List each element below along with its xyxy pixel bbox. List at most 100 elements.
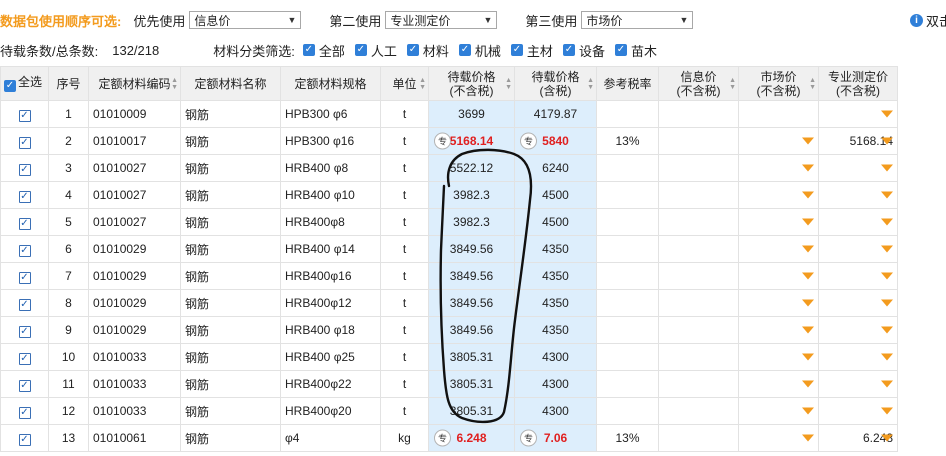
dropdown-arrow-icon[interactable] bbox=[881, 245, 893, 253]
checkbox-checked-icon[interactable]: ✓ bbox=[18, 244, 31, 257]
info-price-cell[interactable] bbox=[658, 235, 739, 263]
dropdown-arrow-icon[interactable] bbox=[881, 110, 893, 118]
header-select-all[interactable]: ✓ 全选 bbox=[0, 66, 49, 101]
market-price-cell[interactable] bbox=[738, 181, 819, 209]
price-excl-tax-cell[interactable]: 专 5168.14 bbox=[428, 127, 515, 155]
header-name[interactable]: 定额材料名称 bbox=[180, 66, 281, 101]
price-excl-tax-cell[interactable]: 3699 bbox=[428, 100, 515, 128]
price-incl-tax-cell[interactable]: 4300 bbox=[514, 370, 597, 398]
checkbox-checked-icon[interactable]: ✓ bbox=[18, 271, 31, 284]
pro-price-cell[interactable] bbox=[818, 343, 898, 371]
price-excl-tax-cell[interactable]: 3849.56 bbox=[428, 316, 515, 344]
price-excl-tax-cell[interactable]: 3982.3 bbox=[428, 181, 515, 209]
filter-labor[interactable]: ✓ 人工 bbox=[354, 41, 397, 60]
dropdown-arrow-icon[interactable] bbox=[802, 407, 814, 415]
pro-price-cell[interactable] bbox=[818, 262, 898, 290]
market-price-cell[interactable] bbox=[738, 208, 819, 236]
market-price-cell[interactable] bbox=[738, 343, 819, 371]
checkbox-checked-icon[interactable]: ✓ bbox=[18, 352, 31, 365]
dropdown-arrow-icon[interactable] bbox=[802, 137, 814, 145]
filter-seedlings[interactable]: ✓ 苗木 bbox=[614, 41, 657, 60]
pro-price-cell[interactable]: 6.248 bbox=[818, 424, 898, 452]
price-incl-tax-cell[interactable]: 4300 bbox=[514, 343, 597, 371]
pro-price-cell[interactable] bbox=[818, 208, 898, 236]
checkbox-checked-icon[interactable]: ✓ bbox=[18, 325, 31, 338]
price-incl-tax-cell[interactable]: 4300 bbox=[514, 397, 597, 425]
info-price-cell[interactable] bbox=[658, 262, 739, 290]
pro-price-cell[interactable] bbox=[818, 370, 898, 398]
table-row[interactable]: ✓ 3 01010027 钢筋 HRB400 φ8 t 5522.12 6240 bbox=[0, 154, 898, 182]
row-checkbox-cell[interactable]: ✓ bbox=[0, 397, 49, 425]
price-excl-tax-cell[interactable]: 3982.3 bbox=[428, 208, 515, 236]
row-checkbox-cell[interactable]: ✓ bbox=[0, 370, 49, 398]
row-checkbox-cell[interactable]: ✓ bbox=[0, 208, 49, 236]
price-incl-tax-cell[interactable]: 4500 bbox=[514, 208, 597, 236]
pro-price-cell[interactable] bbox=[818, 100, 898, 128]
dropdown-arrow-icon[interactable] bbox=[881, 434, 893, 442]
info-price-cell[interactable] bbox=[658, 289, 739, 317]
checkbox-checked-icon[interactable]: ✓ bbox=[18, 433, 31, 446]
row-checkbox-cell[interactable]: ✓ bbox=[0, 316, 49, 344]
dropdown-arrow-icon[interactable] bbox=[881, 218, 893, 226]
info-price-cell[interactable] bbox=[658, 343, 739, 371]
row-checkbox-cell[interactable]: ✓ bbox=[0, 235, 49, 263]
row-checkbox-cell[interactable]: ✓ bbox=[0, 100, 49, 128]
pro-price-cell[interactable] bbox=[818, 154, 898, 182]
market-price-cell[interactable] bbox=[738, 289, 819, 317]
table-row[interactable]: ✓ 5 01010027 钢筋 HRB400φ8 t 3982.3 4500 bbox=[0, 208, 898, 236]
pro-price-cell[interactable] bbox=[818, 316, 898, 344]
price-excl-tax-cell[interactable]: 3849.56 bbox=[428, 289, 515, 317]
row-checkbox-cell[interactable]: ✓ bbox=[0, 262, 49, 290]
header-pro-price[interactable]: 专业测定价 (不含税) bbox=[818, 66, 898, 101]
info-price-cell[interactable] bbox=[658, 181, 739, 209]
dropdown-arrow-icon[interactable] bbox=[881, 380, 893, 388]
table-row[interactable]: ✓ 10 01010033 钢筋 HRB400 φ25 t 3805.31 4300 bbox=[0, 343, 898, 371]
filter-material[interactable]: ✓ 材料 bbox=[406, 41, 449, 60]
row-checkbox-cell[interactable]: ✓ bbox=[0, 289, 49, 317]
info-price-cell[interactable] bbox=[658, 370, 739, 398]
table-row[interactable]: ✓ 8 01010029 钢筋 HRB400φ12 t 3849.56 4350 bbox=[0, 289, 898, 317]
checkbox-checked-icon[interactable]: ✓ bbox=[18, 190, 31, 203]
dropdown-arrow-icon[interactable] bbox=[881, 407, 893, 415]
price-excl-tax-cell[interactable]: 3849.56 bbox=[428, 235, 515, 263]
market-price-cell[interactable] bbox=[738, 100, 819, 128]
pro-price-cell[interactable]: 5168.14 bbox=[818, 127, 898, 155]
price-incl-tax-cell[interactable]: 6240 bbox=[514, 154, 597, 182]
row-checkbox-cell[interactable]: ✓ bbox=[0, 154, 49, 182]
checkbox-checked-icon[interactable]: ✓ bbox=[18, 136, 31, 149]
checkbox-checked-icon[interactable]: ✓ bbox=[18, 217, 31, 230]
info-price-cell[interactable] bbox=[658, 424, 739, 452]
double-click-hint[interactable]: i 双击 bbox=[909, 11, 946, 30]
dropdown-arrow-icon[interactable] bbox=[802, 164, 814, 172]
row-checkbox-cell[interactable]: ✓ bbox=[0, 343, 49, 371]
price-incl-tax-cell[interactable]: 4179.87 bbox=[514, 100, 597, 128]
filter-main-material[interactable]: ✓ 主材 bbox=[510, 41, 553, 60]
price-incl-tax-cell[interactable]: 4350 bbox=[514, 235, 597, 263]
info-price-cell[interactable] bbox=[658, 127, 739, 155]
second-priority-select[interactable]: 专业测定价 ▼ bbox=[385, 11, 498, 29]
dropdown-arrow-icon[interactable] bbox=[802, 191, 814, 199]
header-price-incl-tax[interactable]: 待载价格 (含税) ▲ ▼ bbox=[514, 66, 597, 101]
dropdown-arrow-icon[interactable] bbox=[881, 191, 893, 199]
market-price-cell[interactable] bbox=[738, 127, 819, 155]
header-seq[interactable]: 序号 bbox=[48, 66, 89, 101]
checkbox-checked-icon[interactable]: ✓ bbox=[18, 163, 31, 176]
filter-machinery[interactable]: ✓ 机械 bbox=[458, 41, 501, 60]
price-excl-tax-cell[interactable]: 5522.12 bbox=[428, 154, 515, 182]
filter-all[interactable]: ✓ 全部 bbox=[302, 41, 345, 60]
header-info-price[interactable]: 信息价 (不含税) ▲ ▼ bbox=[658, 66, 739, 101]
market-price-cell[interactable] bbox=[738, 262, 819, 290]
table-row[interactable]: ✓ 6 01010029 钢筋 HRB400 φ14 t 3849.56 4350 bbox=[0, 235, 898, 263]
market-price-cell[interactable] bbox=[738, 235, 819, 263]
market-price-cell[interactable] bbox=[738, 154, 819, 182]
price-incl-tax-cell[interactable]: 专 7.06 bbox=[514, 424, 597, 452]
dropdown-arrow-icon[interactable] bbox=[802, 380, 814, 388]
header-unit[interactable]: 单位 ▲ ▼ bbox=[380, 66, 429, 101]
info-price-cell[interactable] bbox=[658, 100, 739, 128]
info-price-cell[interactable] bbox=[658, 208, 739, 236]
table-row[interactable]: ✓ 12 01010033 钢筋 HRB400φ20 t 3805.31 4300 bbox=[0, 397, 898, 425]
table-row[interactable]: ✓ 13 01010061 钢筋 φ4 kg 专 6.248 专 7.06 13% 6.248 bbox=[0, 424, 898, 452]
header-tax-rate[interactable]: 参考税率 bbox=[596, 66, 659, 101]
market-price-cell[interactable] bbox=[738, 397, 819, 425]
price-excl-tax-cell[interactable]: 专 6.248 bbox=[428, 424, 515, 452]
